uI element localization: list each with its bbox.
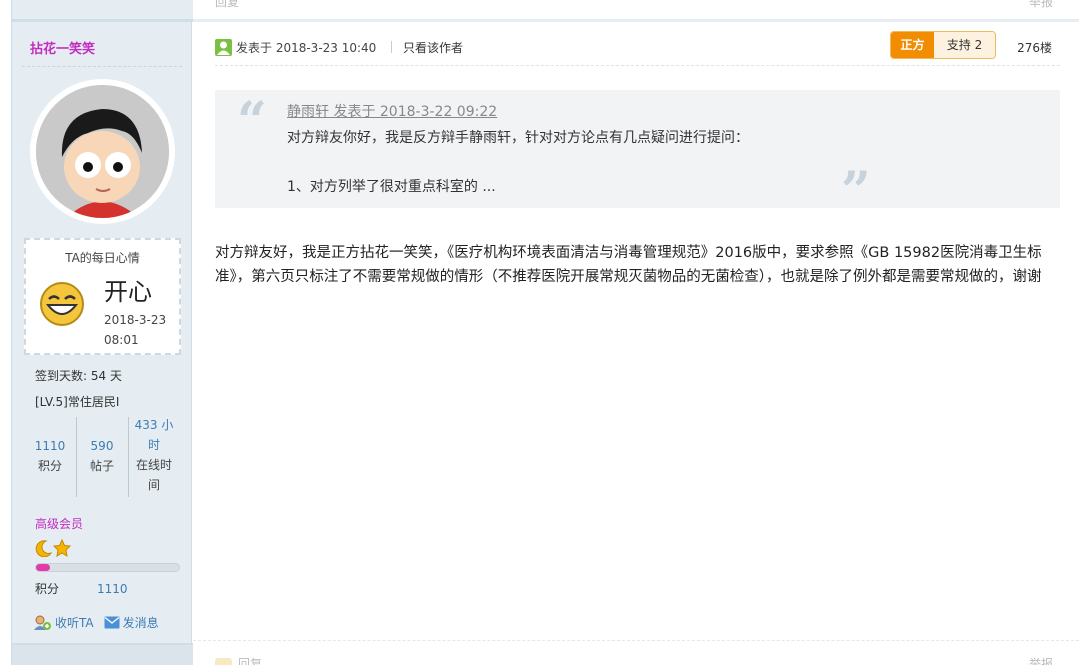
reply-button[interactable]: 回复 bbox=[215, 655, 262, 665]
author-actions: 收听TA 发消息 bbox=[34, 614, 159, 631]
side-label: 正方 bbox=[891, 32, 934, 58]
points-row: 积分 1110 bbox=[35, 580, 128, 597]
divider bbox=[76, 417, 77, 497]
quote-source-link[interactable]: 静雨轩 发表于 2018-3-22 09:22 bbox=[287, 101, 497, 121]
mood-title: TA的每日心情 bbox=[65, 251, 140, 265]
stat-posts-value: 590 bbox=[90, 439, 114, 453]
points-label: 积分 bbox=[35, 582, 60, 596]
checkin-days: 签到天数: 54 天 bbox=[35, 369, 122, 383]
moon-icon bbox=[35, 540, 53, 558]
daily-mood-box: TA的每日心情 开心 2018-3-23 08:01 bbox=[24, 238, 181, 355]
avatar-image bbox=[36, 85, 169, 218]
quote-block: “ 静雨轩 发表于 2018-3-22 09:22 对方辩友你好，我是反方辩手静… bbox=[215, 90, 1060, 218]
avatar[interactable] bbox=[30, 79, 175, 224]
report-link[interactable]: 举报 bbox=[1029, 655, 1053, 665]
open-quote-icon: “ bbox=[237, 91, 267, 152]
divider bbox=[128, 417, 129, 497]
send-message-label: 发消息 bbox=[122, 616, 159, 630]
author-stats: 1110 积分 590 帖子 433 小时 在线时间 bbox=[26, 415, 191, 497]
user-group-link[interactable]: 高级会员 bbox=[35, 515, 83, 532]
floor-number[interactable]: 276楼 bbox=[1017, 39, 1052, 56]
sidebar-bottom-strip bbox=[12, 643, 193, 665]
post-time: 发表于 2018-3-23 10:40 bbox=[236, 41, 377, 55]
mood-time: 2018-3-23 08:01 bbox=[104, 313, 167, 347]
level-badges bbox=[35, 538, 75, 559]
stat-online-label: 在线时间 bbox=[135, 458, 172, 492]
previous-post-footer: 回复 举报 bbox=[193, 0, 1079, 22]
points-progress-bar bbox=[35, 563, 180, 572]
previous-reply-link[interactable]: 回复 bbox=[215, 0, 239, 10]
points-progress-fill bbox=[36, 564, 51, 571]
points-value: 1110 bbox=[97, 582, 128, 596]
close-quote-icon: ” bbox=[841, 161, 871, 222]
only-author-link[interactable]: 只看该作者 bbox=[403, 39, 463, 56]
reply-icon bbox=[215, 657, 232, 665]
user-level: [LV.5]常住居民I bbox=[35, 395, 120, 409]
mood-text: 开心 bbox=[104, 278, 152, 306]
stat-posts-label: 帖子 bbox=[89, 459, 114, 473]
quote-text-line: 1、对方列举了很对重点科室的 ... bbox=[287, 179, 496, 195]
author-sidebar: 拈花一笑笑 TA的每日心情 开心 2018-3-23 08:01 签到天数: 5… bbox=[11, 0, 193, 665]
envelope-icon bbox=[104, 616, 120, 629]
online-status-icon bbox=[215, 39, 232, 56]
quote-text-line: 对方辩友你好，我是反方辩手静雨轩，针对对方论点有几点疑问进行提问： bbox=[287, 130, 749, 146]
forum-post-page: 拈花一笑笑 TA的每日心情 开心 2018-3-23 08:01 签到天数: 5… bbox=[0, 0, 1079, 665]
reply-label: 回复 bbox=[238, 657, 263, 665]
happy-face-icon bbox=[39, 281, 85, 327]
divider bbox=[391, 41, 392, 53]
stat-online-time[interactable]: 433 小时 在线时间 bbox=[132, 415, 176, 497]
stat-points-label: 积分 bbox=[37, 459, 62, 473]
stat-points[interactable]: 1110 积分 bbox=[26, 436, 74, 518]
divider bbox=[22, 66, 182, 67]
star-icon bbox=[52, 538, 72, 557]
follow-label: 收听TA bbox=[55, 616, 94, 630]
support-button[interactable]: 支持 2 bbox=[934, 32, 995, 58]
post-footer: 回复 举报 bbox=[193, 640, 1079, 665]
previous-report-link[interactable]: 举报 bbox=[1029, 0, 1053, 10]
post-header: 发表于 2018-3-23 10:40 只看该作者 正方 支持 2 276楼 bbox=[215, 30, 1060, 66]
stat-posts[interactable]: 590 帖子 bbox=[78, 436, 126, 518]
send-message-button[interactable]: 发消息 bbox=[104, 614, 159, 631]
author-name-link[interactable]: 拈花一笑笑 bbox=[30, 38, 95, 57]
sidebar-top-strip bbox=[12, 0, 193, 22]
stat-points-value: 1110 bbox=[34, 439, 66, 453]
follow-button[interactable]: 收听TA bbox=[34, 614, 94, 631]
follow-user-icon bbox=[34, 615, 51, 630]
stat-online-value: 433 小时 bbox=[134, 418, 174, 452]
post-content: 对方辩友好，我是正方拈花一笑笑，《医疗机构环境表面清洁与消毒管理规范》2016版… bbox=[215, 245, 1042, 285]
debate-side-badge[interactable]: 正方 支持 2 bbox=[890, 31, 996, 59]
